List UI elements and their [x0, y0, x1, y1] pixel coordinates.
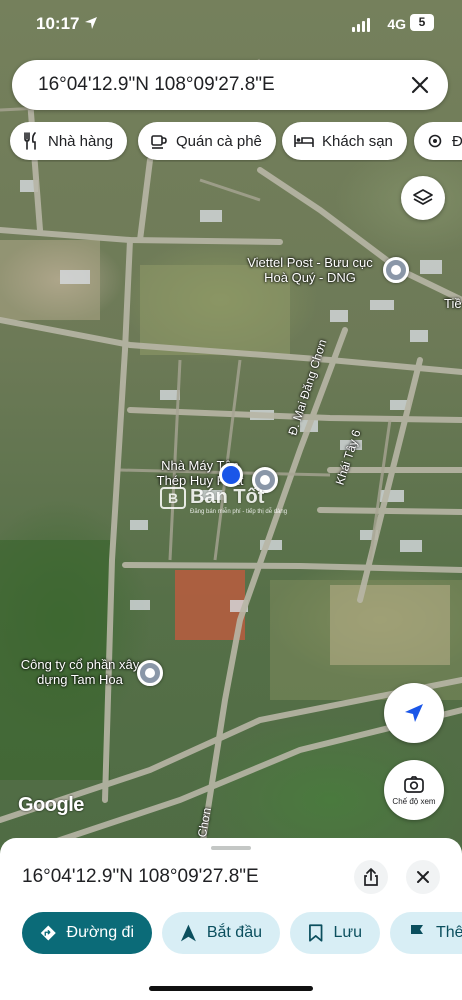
close-icon — [417, 871, 429, 883]
place-pin-tam-hoa[interactable] — [137, 660, 163, 686]
gear-icon — [428, 134, 442, 148]
fork-knife-icon — [24, 132, 36, 150]
my-location-button[interactable] — [384, 683, 444, 743]
camera-view-icon — [404, 775, 424, 793]
place-name: Viettel Post - Bưu cục Hoà Quý - DNG — [247, 255, 373, 285]
share-button[interactable] — [354, 860, 388, 894]
navigation-arrow-icon — [405, 704, 423, 722]
bookmark-icon — [309, 924, 323, 942]
chip-label: Nhà hàng — [48, 132, 114, 150]
network-type: 4G — [387, 16, 406, 32]
save-button[interactable]: Lưu — [290, 912, 380, 954]
place-pin-viettel-post[interactable] — [383, 257, 409, 283]
flag-icon — [411, 925, 423, 942]
layers-icon — [413, 189, 433, 205]
street-view-label: Chế độ xem — [392, 796, 436, 806]
sheet-coordinates: 16°04'12.9"N 108°09'27.8"E — [22, 866, 259, 887]
action-buttons: Đường đi Bắt đầu Lưu Thê — [0, 912, 462, 956]
share-icon — [364, 868, 378, 886]
add-label-button[interactable]: Thê — [390, 912, 462, 954]
start-label: Bắt đầu — [206, 924, 262, 941]
add-label-label: Thê — [436, 924, 462, 941]
street-view-button[interactable]: Chế độ xem — [384, 760, 444, 820]
chip-cafes[interactable]: Quán cà phê — [138, 122, 276, 160]
chip-hotels[interactable]: Khách sạn — [282, 122, 407, 160]
layers-button[interactable] — [401, 176, 445, 220]
place-label-viettel-post[interactable]: Viettel Post - Bưu cục Hoà Quý - DNG — [240, 255, 380, 285]
current-location-dot — [219, 463, 243, 487]
directions-button[interactable]: Đường đi — [22, 912, 152, 954]
place-label-tam-hoa[interactable]: Công ty cổ phần xây dựng Tam Hoa — [15, 657, 145, 687]
search-bar[interactable]: 16°04'12.9"N 108°09'27.8"E — [12, 60, 448, 110]
home-indicator[interactable] — [149, 986, 313, 991]
watermark: B Bán Tốt Đăng bán miễn phí - tiếp thị d… — [160, 486, 310, 520]
battery-icon: 5 — [410, 14, 434, 31]
save-label: Lưu — [333, 924, 362, 941]
signal-strength-icon — [352, 18, 370, 32]
chip-label: Khách sạn — [322, 132, 393, 150]
navigation-arrow-icon — [180, 924, 196, 942]
status-bar: 10:17 4G 5 — [0, 0, 462, 52]
watermark-text: Bán Tốt — [190, 486, 265, 508]
bed-icon — [294, 135, 314, 147]
chip-label: Quán cà phê — [176, 132, 262, 150]
place-name: Công ty cổ phần xây dựng Tam Hoa — [20, 657, 140, 687]
watermark-logo-icon: B — [160, 486, 186, 509]
chip-restaurants[interactable]: Nhà hàng — [10, 122, 128, 160]
bottom-sheet[interactable]: 16°04'12.9"N 108°09'27.8"E Đường đi Bắt … — [0, 838, 462, 1000]
search-query[interactable]: 16°04'12.9"N 108°09'27.8"E — [38, 74, 275, 96]
close-icon[interactable] — [408, 73, 432, 97]
directions-icon — [40, 925, 56, 941]
close-sheet-button[interactable] — [406, 860, 440, 894]
google-attribution: Google — [18, 794, 84, 816]
coffee-cup-icon — [151, 135, 167, 149]
chip-more[interactable]: Đị — [414, 122, 462, 160]
street-label: Tiề — [444, 296, 462, 311]
category-chips: Nhà hàng Quán cà phê Khách sạn Đị — [0, 122, 462, 162]
drag-handle[interactable] — [211, 846, 251, 850]
watermark-subtitle: Đăng bán miễn phí - tiếp thị dễ dàng — [190, 509, 288, 515]
start-button[interactable]: Bắt đầu — [162, 912, 280, 954]
location-arrow-icon — [85, 17, 97, 29]
status-time: 10:17 — [36, 14, 80, 33]
chip-label: Đị — [452, 132, 462, 150]
directions-label: Đường đi — [66, 924, 134, 941]
